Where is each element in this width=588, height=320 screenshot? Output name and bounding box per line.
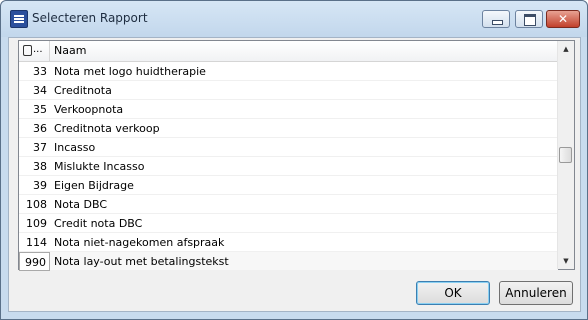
row-id: 38 <box>33 160 47 173</box>
row-name: Nota met logo huidtherapie <box>54 65 206 78</box>
row-id: 114 <box>26 236 47 249</box>
dialog-client: ... Naam 33 Nota met logo huidtherapie 34 C… <box>8 37 581 312</box>
scroll-thumb[interactable] <box>559 147 572 163</box>
row-name: Verkoopnota <box>54 103 124 116</box>
table-row[interactable]: 35 Verkoopnota <box>19 100 558 119</box>
close-icon: ✕ <box>557 12 569 26</box>
cancel-button[interactable]: Annuleren <box>499 281 573 305</box>
ok-button[interactable]: OK <box>416 281 490 305</box>
row-name: Incasso <box>54 141 96 154</box>
row-id: 37 <box>33 141 47 154</box>
row-id: 33 <box>33 65 47 78</box>
grid-rows: 33 Nota met logo huidtherapie 34 Creditnota… <box>19 62 558 271</box>
vertical-scrollbar[interactable]: ▲ ▼ <box>557 41 574 269</box>
scroll-up-icon[interactable]: ▲ <box>558 41 574 57</box>
close-button[interactable]: ✕ <box>546 10 580 28</box>
row-id: 35 <box>33 103 47 116</box>
minimize-icon <box>492 20 503 25</box>
row-id: 109 <box>26 217 47 230</box>
table-row[interactable]: 38 Mislukte Incasso <box>19 157 558 176</box>
table-row[interactable]: 108 Nota DBC <box>19 195 558 214</box>
table-row[interactable]: 36 Creditnota verkoop <box>19 119 558 138</box>
row-name: Mislukte Incasso <box>54 160 145 173</box>
row-id: 34 <box>33 84 47 97</box>
minimize-button[interactable] <box>482 10 510 28</box>
name-column-header[interactable]: Naam <box>54 44 86 57</box>
scroll-down-icon[interactable]: ▼ <box>558 253 574 269</box>
window-title: Selecteren Rapport <box>32 11 148 25</box>
row-name: Nota DBC <box>54 198 108 211</box>
maximize-icon <box>524 14 536 26</box>
row-id: 990 <box>19 252 50 271</box>
table-row[interactable]: 39 Eigen Bijdrage <box>19 176 558 195</box>
dialog-window: Selecteren Rapport ✕ ... Naam 33 Nota met… <box>0 0 588 320</box>
grid-header: ... Naam <box>19 41 558 62</box>
row-name: Nota niet-nagekomen afspraak <box>54 236 225 249</box>
table-row[interactable]: 33 Nota met logo huidtherapie <box>19 62 558 81</box>
table-row[interactable]: 37 Incasso <box>19 138 558 157</box>
row-id: 36 <box>33 122 47 135</box>
row-name: Eigen Bijdrage <box>54 179 134 192</box>
id-column-header[interactable]: ... <box>19 41 50 61</box>
row-name: Credit nota DBC <box>54 217 143 230</box>
row-id: 108 <box>26 198 47 211</box>
row-name: Creditnota verkoop <box>54 122 160 135</box>
row-id: 39 <box>33 179 47 192</box>
id-column-label: ... <box>33 44 43 55</box>
table-row[interactable]: 34 Creditnota <box>19 81 558 100</box>
filter-icon[interactable] <box>23 45 32 56</box>
table-row[interactable]: 990 Nota lay-out met betalingstekst <box>19 252 558 271</box>
row-name: Creditnota <box>54 84 112 97</box>
table-row[interactable]: 114 Nota niet-nagekomen afspraak <box>19 233 558 252</box>
app-icon <box>10 10 28 28</box>
report-grid[interactable]: ... Naam 33 Nota met logo huidtherapie 34 C… <box>18 40 575 271</box>
title-bar[interactable]: Selecteren Rapport ✕ <box>1 1 587 37</box>
maximize-button[interactable] <box>515 10 543 28</box>
row-name: Nota lay-out met betalingstekst <box>54 255 229 268</box>
table-row[interactable]: 109 Credit nota DBC <box>19 214 558 233</box>
